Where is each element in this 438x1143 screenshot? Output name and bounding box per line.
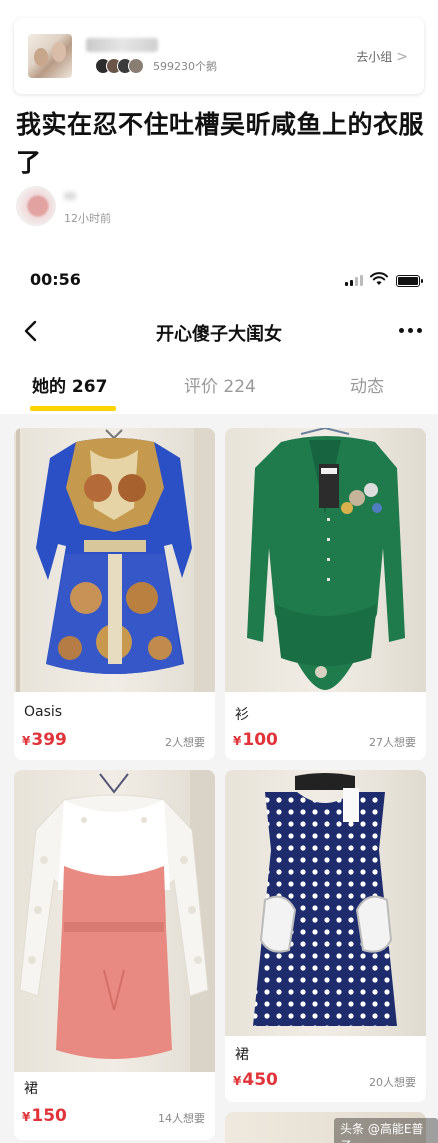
goto-group-label: 去小组 [356,50,393,64]
nav-bar: 开心傻子大闺女 [0,310,438,354]
want-count: 20人想要 [369,1076,416,1089]
product-card[interactable]: 裙 ¥450 20人想要 [225,770,426,1102]
active-tab-indicator [30,406,116,411]
product-name: 裙 [235,1047,249,1063]
product-price: ¥450 [233,1070,278,1090]
nav-title: 开心傻子大闺女 [156,324,282,345]
profile-tabs: 她的 267 评价 224 动态 [0,368,438,414]
more-icon[interactable] [399,328,422,333]
product-price: ¥100 [233,730,278,750]
status-time: 00:56 [30,270,81,289]
want-count: 2人想要 [165,736,205,749]
goto-group-button[interactable]: 去小组 > [356,48,408,65]
post-time: 12小时前 [64,212,111,225]
product-image [225,428,426,692]
tab-items[interactable]: 她的 267 [32,372,107,397]
want-count: 27人想要 [369,736,416,749]
product-name: 衫 [235,707,249,723]
tab-activity[interactable]: 动态 [350,372,384,397]
watermark: 头条 @高能E普子 [334,1118,438,1143]
member-avatars [95,58,144,74]
product-card[interactable]: 裙 ¥150 14人想要 [14,770,215,1140]
want-count: 14人想要 [158,1112,205,1125]
member-count: 599230个鹅 [153,60,217,73]
product-name: Oasis [24,704,63,720]
author-avatar[interactable] [16,186,56,226]
product-name: 裙 [24,1081,38,1097]
status-bar: 00:56 [0,262,438,296]
post-title: 我实在忍不住吐槽吴昕咸鱼上的衣服了 [16,110,425,177]
tab-reviews[interactable]: 评价 224 [184,372,256,397]
chevron-right-icon: > [396,48,408,65]
battery-icon [396,275,423,287]
group-name-blurred [86,38,158,52]
product-price: ¥399 [22,730,67,750]
product-card[interactable]: 衫 ¥100 27人想要 [225,428,426,760]
wifi-icon [370,272,388,285]
product-image [14,770,215,1072]
author-name-blurred [64,192,76,200]
product-price: ¥150 [22,1106,67,1126]
product-card[interactable]: Oasis ¥399 2人想要 [14,428,215,760]
group-thumbnail [28,34,72,78]
signal-icon [345,275,363,286]
product-image [225,770,426,1036]
product-image [14,428,215,692]
group-card[interactable]: 599230个鹅 去小组 > [14,18,424,94]
